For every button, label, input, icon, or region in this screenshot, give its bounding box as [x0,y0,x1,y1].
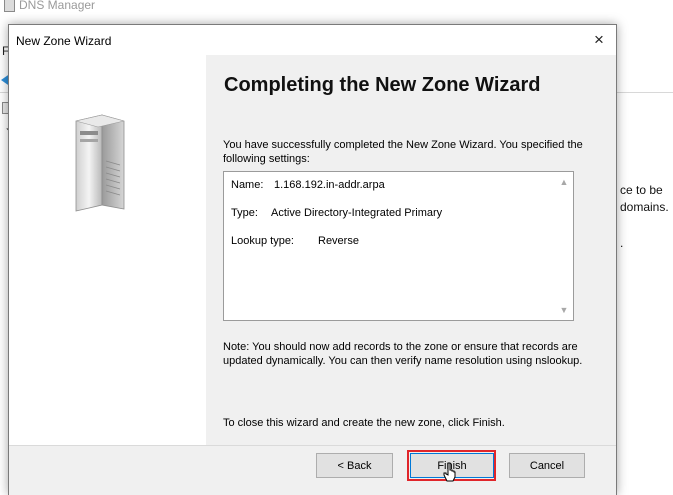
dialog-title: New Zone Wizard [16,34,112,48]
wizard-banner-panel [9,55,206,445]
note-text: Note: You should now add records to the … [223,341,583,367]
setting-row-name: Name: 1.168.192.in-addr.arpa [231,179,385,191]
setting-row-type: Type: Active Directory-Integrated Primar… [231,207,442,219]
back-button[interactable]: < Back [316,453,393,478]
dns-manager-title: DNS Manager [19,0,96,12]
setting-key: Type: [231,207,258,219]
dialog-titlebar[interactable]: New Zone Wizard × [9,25,616,55]
hand-cursor-icon [443,462,456,482]
new-zone-wizard-dialog: New Zone Wizard × Completing the New Zon… [8,24,617,495]
server-tower-icon [75,114,125,212]
setting-value: Reverse [318,235,359,247]
dns-manager-icon [4,0,15,12]
close-icon[interactable]: × [582,25,616,55]
setting-key: Lookup type: [231,235,294,247]
wizard-heading: Completing the New Zone Wizard [224,74,541,96]
settings-summary-box[interactable]: Name: 1.168.192.in-addr.arpa Type: Activ… [223,171,574,321]
bg-text-line-1: ce to be [620,183,663,197]
setting-row-lookup-type: Lookup type: Reverse [231,235,359,247]
scroll-up-icon[interactable]: ▲ [558,176,570,188]
setting-value: Active Directory-Integrated Primary [271,207,443,219]
setting-value: 1.168.192.in-addr.arpa [274,179,385,191]
cancel-button[interactable]: Cancel [509,453,585,478]
wizard-content-panel: Completing the New Zone Wizard You have … [206,55,616,445]
setting-key: Name: [231,179,264,191]
close-hint-text: To close this wizard and create the new … [223,417,505,429]
dns-manager-titlebar: DNS Manager [4,0,95,14]
intro-text: You have successfully completed the New … [223,139,583,165]
scroll-down-icon[interactable]: ▼ [558,304,570,316]
bg-text-line-2: domains. [620,200,669,214]
bg-text-line-3: . [620,236,624,250]
